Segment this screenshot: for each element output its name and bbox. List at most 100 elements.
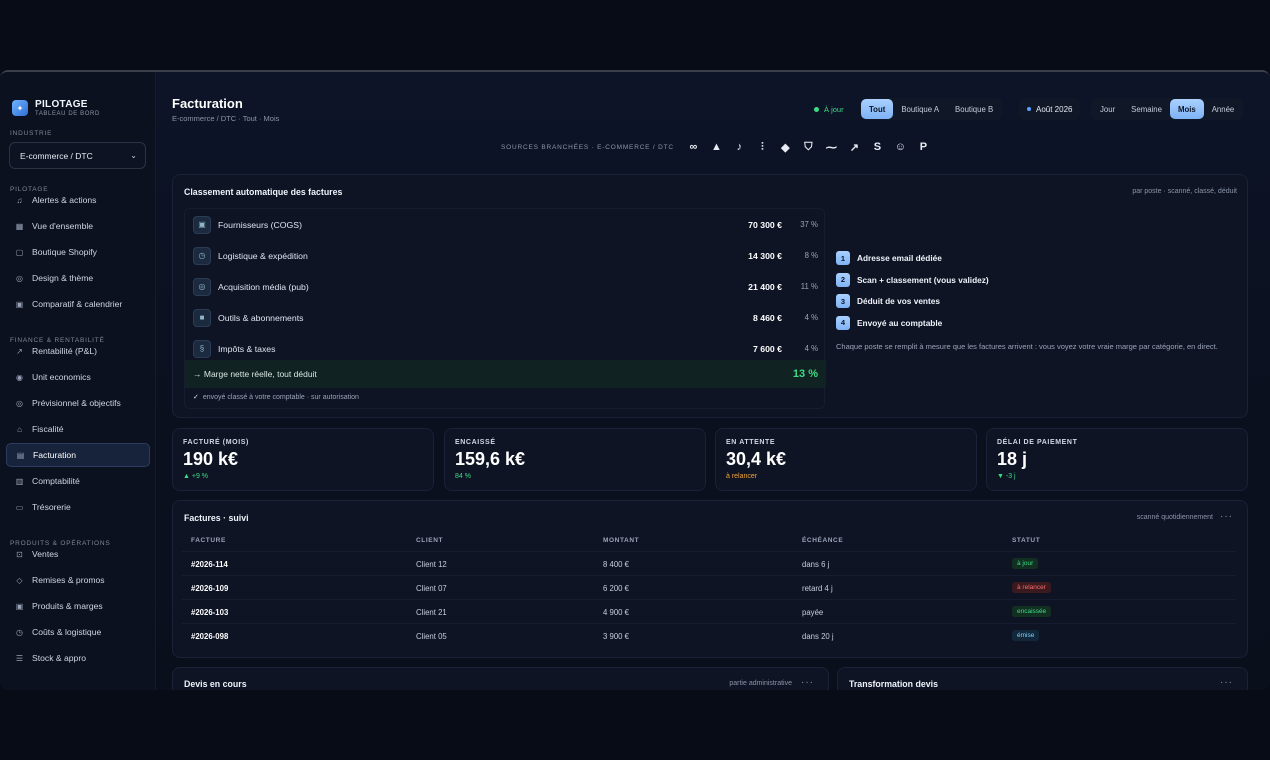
dash-icon: ⁓ — [825, 141, 837, 154]
sidebar-item-13[interactable]: ◇ Remises & promos — [6, 568, 150, 592]
target-icon: ◎ — [16, 398, 23, 408]
sync-status: À jour — [814, 99, 844, 119]
classement-title: Classement automatique des factures — [184, 187, 343, 197]
meta-icon: ∞ — [689, 141, 698, 153]
brand: ✦ PILOTAGE TABLEAU DE BORD — [12, 99, 100, 117]
industry-select[interactable]: E-commerce / DTC ⌄ — [9, 142, 146, 169]
sidebar-item-9[interactable]: ▤ Facturation — [6, 443, 150, 467]
kpi-label: DÉLAI DE PAIEMENT — [997, 439, 1078, 446]
step-3: 3 Déduit de vos ventes — [836, 294, 940, 308]
kpi-value: 159,6 k€ — [455, 449, 526, 469]
classement-table: ▣ Fournisseurs (COGS) 70 300 € 37 % ◷ Logisti… — [184, 208, 826, 409]
sidebar-item-14[interactable]: ▣ Produits & marges — [6, 594, 150, 618]
mailchimp-icon: ☺ — [894, 141, 907, 153]
sent-note: ✓ envoyé classé à votre comptable · sur a… — [193, 393, 359, 401]
step-label: Adresse email dédiée — [857, 253, 942, 263]
sidebar-item-15[interactable]: ◷ Coûts & logistique — [6, 620, 150, 644]
status-badge: à relancer — [1012, 582, 1051, 593]
kpi-delta: ▲ +9 % — [183, 473, 209, 480]
factures-card: Factures · suivi scanné quotidiennement … — [172, 500, 1248, 658]
cell-facture: #2026-114 — [191, 560, 228, 569]
status-badge: encaissée — [1012, 606, 1052, 617]
shop-tab-boutique-b[interactable]: Boutique B — [947, 99, 1001, 119]
stripe-arrow-icon: ↗ — [849, 141, 860, 154]
sidebar-item-label: Produits & marges — [32, 601, 103, 611]
classement-label: Acquisition média (pub) — [218, 281, 309, 292]
target-icon: ◎ — [193, 277, 211, 296]
sidebar-item-11[interactable]: ▭ Trésorerie — [6, 495, 150, 519]
step-number: 1 — [836, 251, 850, 265]
table-row[interactable]: #2026-103 Client 21 4 900 € payée encaissée — [182, 599, 1236, 623]
sidebar-item-label: Unit economics — [32, 372, 91, 382]
sidebar-item-label: Design & thème — [32, 273, 94, 283]
shop-tab-tout[interactable]: Tout — [861, 99, 894, 119]
sidebar-item-label: Stock & appro — [32, 653, 86, 663]
devis-title: Devis en cours — [184, 679, 247, 689]
sidebar-item-0[interactable]: ♫ Alertes & actions — [6, 188, 150, 212]
status-badge: émise — [1012, 630, 1040, 641]
cell-client: Client 05 — [416, 632, 447, 641]
section-produits-label: PRODUITS & OPÉRATIONS — [10, 540, 111, 547]
factures-more-button[interactable]: ··· — [1220, 511, 1233, 522]
industry-value: E-commerce / DTC — [20, 150, 93, 161]
brand-title: PILOTAGE — [35, 99, 88, 110]
devis-more-button[interactable]: ··· — [801, 677, 814, 688]
margin-row: → Marge nette réelle, tout déduit 13 % — [185, 360, 826, 388]
sidebar: ✦ PILOTAGE TABLEAU DE BORD INDUSTRIE E-c… — [0, 72, 156, 690]
devis-note: partie administrative — [729, 680, 792, 687]
section-finance-label: FINANCE & RENTABILITÉ — [10, 337, 105, 344]
cell-facture: #2026-098 — [191, 632, 229, 641]
classement-amount: 14 300 € — [748, 250, 782, 261]
bank-icon: ⌂ — [17, 424, 22, 434]
transformation-more-button[interactable]: ··· — [1220, 677, 1233, 688]
granularity-annee[interactable]: Année — [1204, 99, 1243, 119]
transformation-card: Transformation devis ··· — [837, 667, 1248, 690]
col-statut: STATUT — [1012, 537, 1041, 544]
classement-pct: 8 % — [804, 251, 818, 260]
sidebar-item-16[interactable]: ☰ Stock & appro — [6, 646, 150, 670]
table-row[interactable]: #2026-109 Client 07 6 200 € retard 4 j à rel… — [182, 575, 1236, 599]
granularity-mois[interactable]: Mois — [1169, 99, 1204, 119]
cart-icon: ⊡ — [16, 549, 23, 559]
sidebar-item-label: Prévisionnel & objectifs — [32, 398, 121, 408]
col-montant: MONTANT — [603, 537, 640, 544]
kpi-delta: à relancer — [726, 473, 758, 480]
granularity-jour[interactable]: Jour — [1092, 99, 1123, 119]
sidebar-item-label: Alertes & actions — [32, 195, 97, 205]
period-picker[interactable]: Août 2026 — [1019, 98, 1081, 120]
classement-amount: 70 300 € — [748, 219, 782, 230]
kpi-card: ENCAISSÉ 159,6 k€ 84 % — [444, 428, 706, 491]
cell-echeance: payée — [802, 608, 824, 617]
breadcrumb: E-commerce / DTC · Tout · Mois — [172, 114, 280, 123]
kpi-label: ENCAISSÉ — [455, 439, 496, 446]
shop-tab-boutique-a[interactable]: Boutique A — [893, 99, 947, 119]
classement-pct: 4 % — [804, 313, 818, 322]
step-label: Envoyé au comptable — [857, 317, 943, 328]
granularity-selector: Jour Semaine Mois Année — [1091, 98, 1244, 120]
calendar-icon: ▣ — [15, 299, 24, 309]
palette-icon: ◎ — [16, 273, 23, 283]
classement-amount: 7 600 € — [753, 343, 782, 354]
sidebar-item-2[interactable]: ▢ Boutique Shopify — [6, 240, 150, 264]
bell-icon: ♫ — [16, 195, 23, 205]
sidebar-item-4[interactable]: ▣ Comparatif & calendrier — [6, 292, 150, 316]
steps-note: Chaque poste se remplit à mesure que les… — [836, 342, 1218, 351]
sidebar-item-7[interactable]: ◎ Prévisionnel & objectifs — [6, 391, 150, 415]
sidebar-item-6[interactable]: ◉ Unit economics — [6, 365, 150, 389]
table-row[interactable]: #2026-098 Client 05 3 900 € dans 20 j émise — [182, 623, 1236, 647]
sidebar-item-3[interactable]: ◎ Design & thème — [6, 266, 150, 290]
shop-selector: Tout Boutique A Boutique B — [860, 98, 1003, 120]
sidebar-item-10[interactable]: ▥ Comptabilité — [6, 469, 150, 493]
sidebar-item-1[interactable]: ▦ Vue d'ensemble — [6, 214, 150, 238]
factures-note: scanné quotidiennement — [1136, 514, 1213, 521]
granularity-semaine[interactable]: Semaine — [1123, 99, 1170, 119]
brand-logo-icon: ✦ — [12, 100, 28, 116]
classement-row: ◷ Logistique & expédition 14 300 € 8 % — [185, 240, 826, 271]
sidebar-item-label: Coûts & logistique — [32, 627, 102, 637]
sidebar-item-label: Rentabilité (P&L) — [32, 346, 97, 356]
sidebar-item-label: Remises & promos — [32, 575, 105, 585]
sidebar-item-8[interactable]: ⌂ Fiscalité — [6, 417, 150, 441]
sidebar-item-label: Boutique Shopify — [32, 247, 97, 257]
table-row[interactable]: #2026-114 Client 12 8 400 € dans 6 j à jour — [182, 551, 1236, 575]
sent-note-text: envoyé classé à votre comptable · sur au… — [202, 394, 359, 401]
